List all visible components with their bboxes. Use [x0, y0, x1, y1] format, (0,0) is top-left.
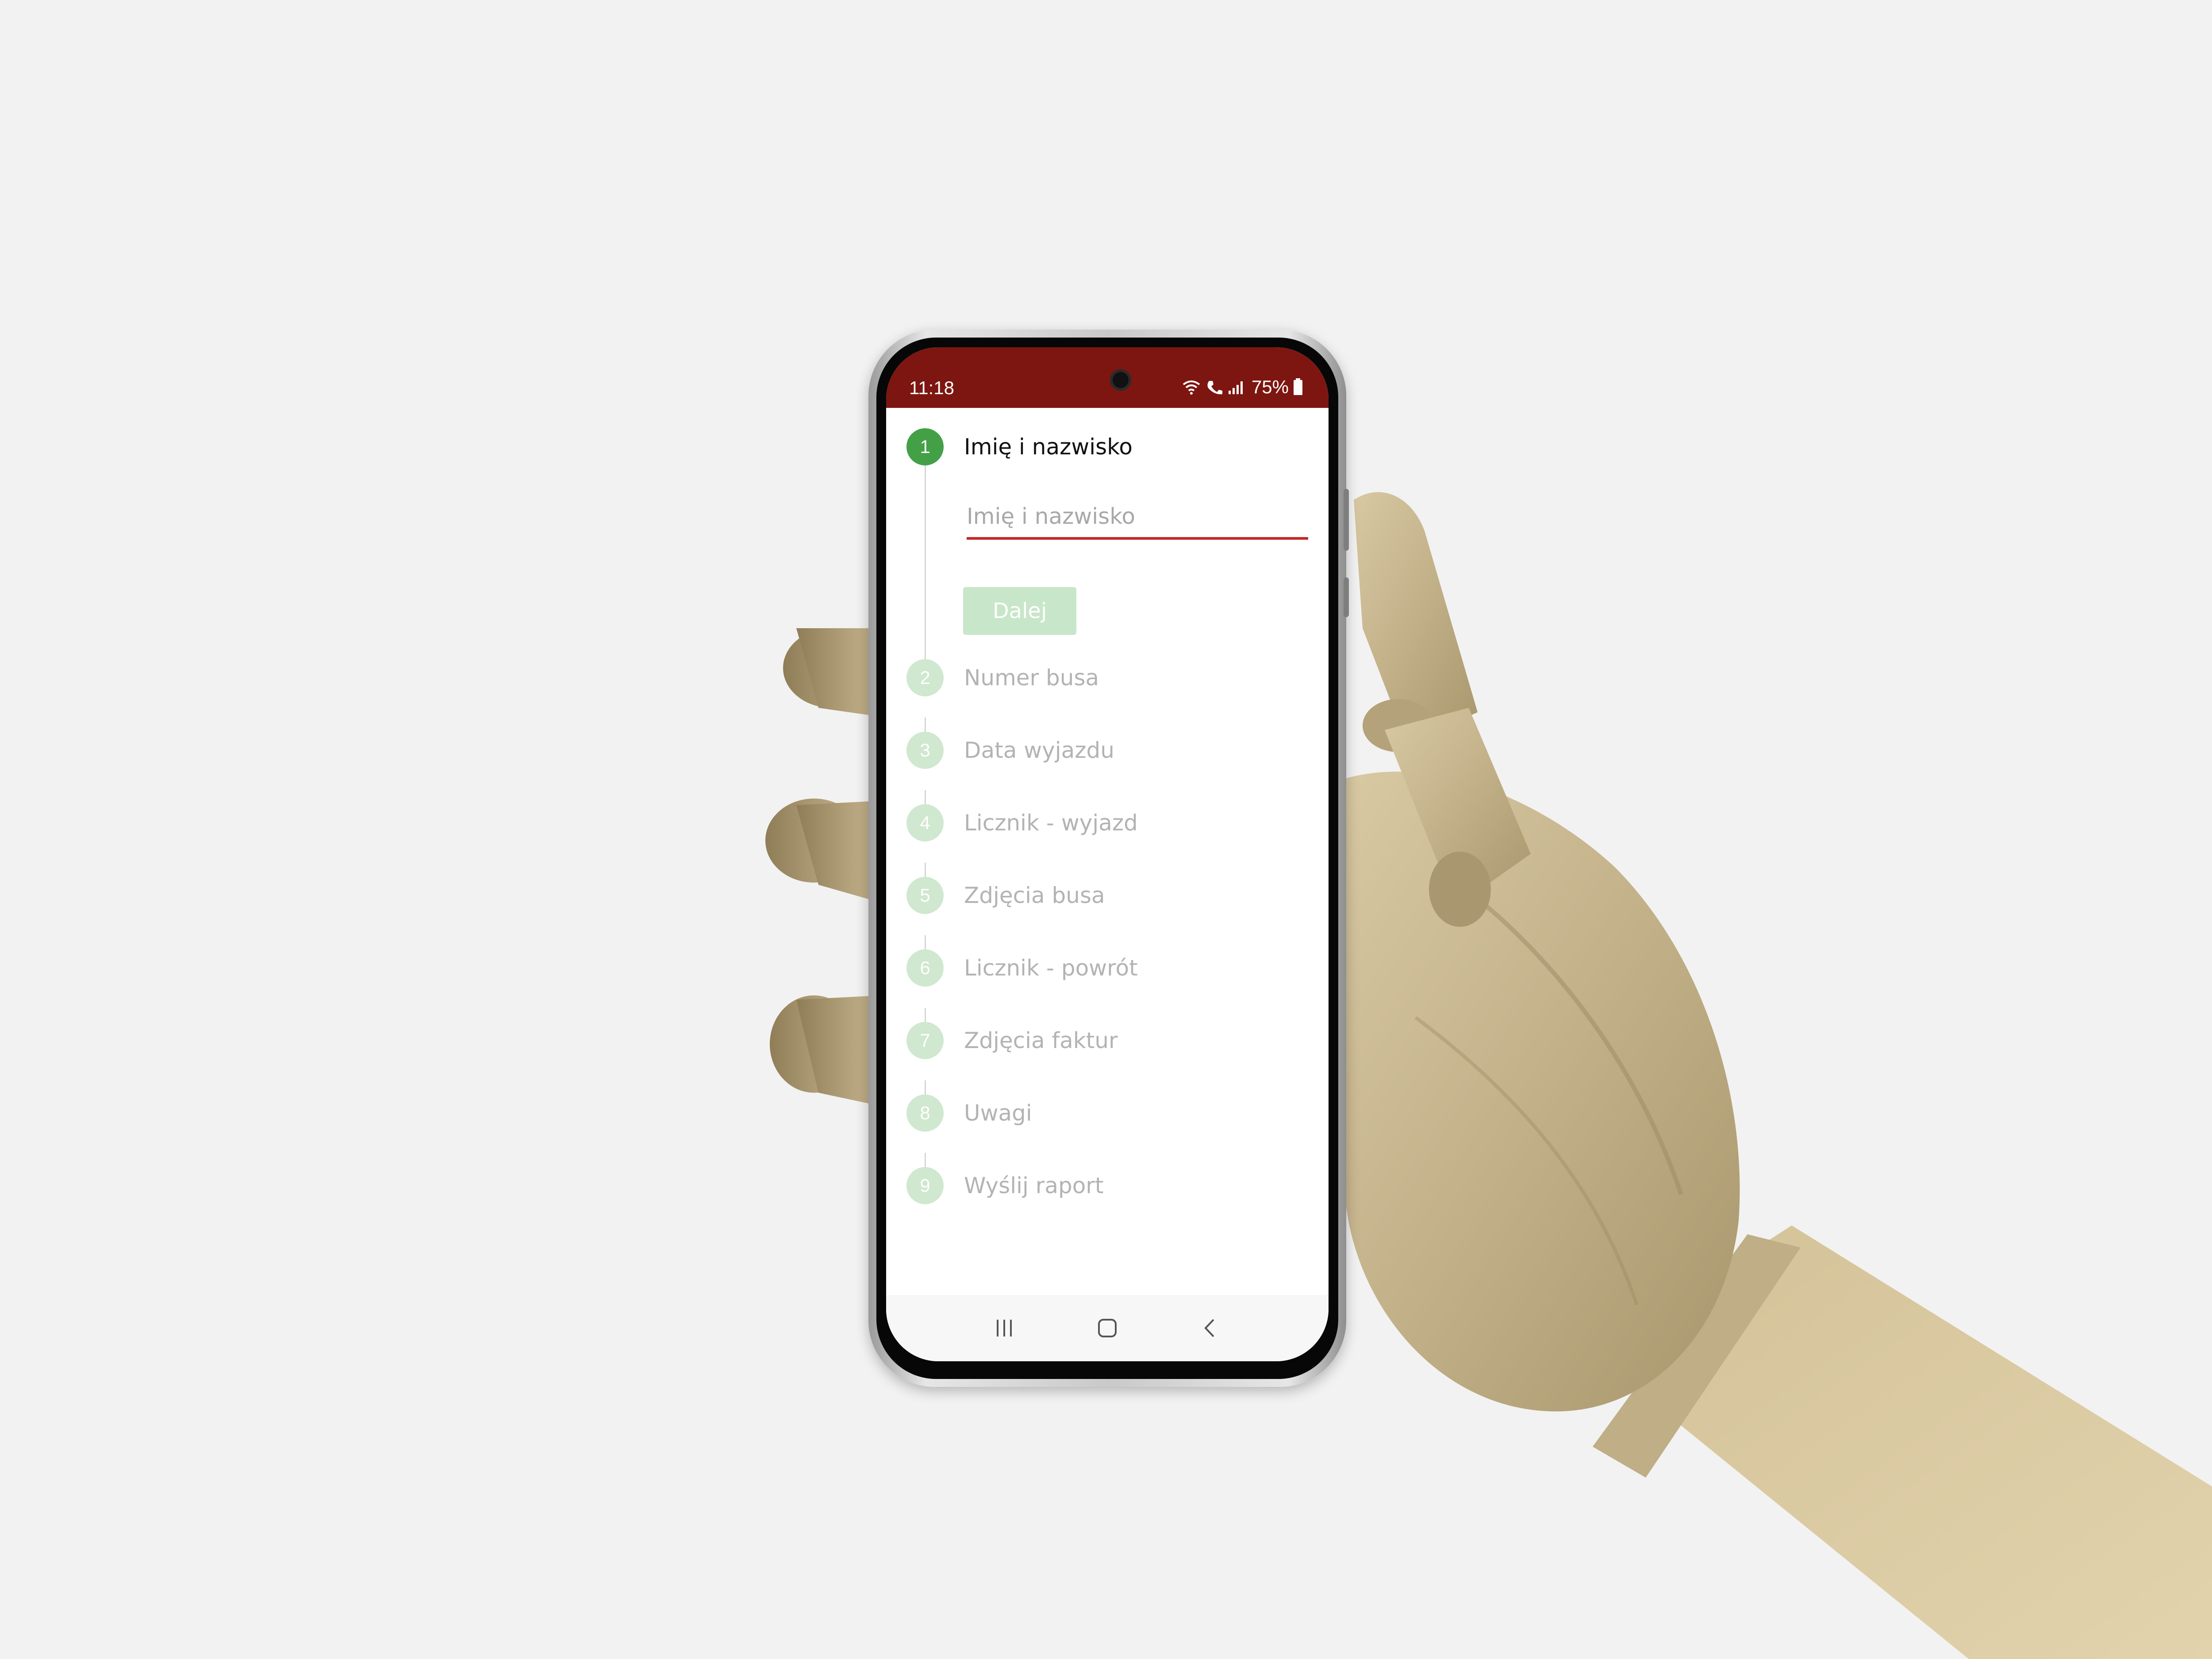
call-icon: [1206, 379, 1223, 395]
step-number: 7: [906, 1022, 944, 1059]
step-label: Licznik - wyjazd: [964, 810, 1138, 836]
volume-button: [1344, 489, 1349, 551]
status-icons: 75%: [1182, 376, 1303, 398]
step-label: Wyślij raport: [964, 1173, 1104, 1198]
mockup-scene: 11:18 75% 1 Imię i nazwisko Imię i nazwi…: [0, 0, 2212, 1659]
step-number: 1: [906, 428, 944, 465]
step-number: 9: [906, 1167, 944, 1204]
step-label: Zdjęcia faktur: [964, 1028, 1118, 1053]
step-number: 4: [906, 804, 944, 841]
step-4[interactable]: 4 Licznik - wyjazd: [906, 804, 1138, 841]
power-button: [1344, 577, 1349, 617]
next-button[interactable]: Dalej: [963, 587, 1076, 635]
step-number: 3: [906, 732, 944, 769]
step-1[interactable]: 1 Imię i nazwisko: [906, 428, 1133, 465]
home-icon[interactable]: [1081, 1302, 1134, 1355]
step-9[interactable]: 9 Wyślij raport: [906, 1167, 1103, 1204]
step-label: Data wyjazdu: [964, 737, 1114, 763]
step-number: 5: [906, 877, 944, 914]
step-number: 2: [906, 659, 944, 696]
step-number: 6: [906, 949, 944, 987]
step-2[interactable]: 2 Numer busa: [906, 659, 1099, 696]
step-label: Licznik - powrót: [964, 955, 1138, 981]
step-number: 8: [906, 1094, 944, 1132]
step-7[interactable]: 7 Zdjęcia faktur: [906, 1022, 1118, 1059]
step-5[interactable]: 5 Zdjęcia busa: [906, 877, 1105, 914]
battery-percentage: 75%: [1251, 376, 1289, 397]
recent-apps-icon[interactable]: [978, 1302, 1031, 1355]
step-label: Numer busa: [964, 665, 1099, 691]
status-bar: 11:18 75%: [886, 347, 1329, 408]
step-label: Imię i nazwisko: [964, 434, 1133, 460]
back-icon[interactable]: [1184, 1302, 1237, 1355]
step-8[interactable]: 8 Uwagi: [906, 1094, 1032, 1132]
front-camera: [1110, 369, 1131, 391]
navigation-bar: [886, 1295, 1329, 1361]
wifi-icon: [1182, 379, 1201, 395]
signal-icon: [1228, 379, 1245, 395]
step-3[interactable]: 3 Data wyjazdu: [906, 732, 1114, 769]
phone-screen: 11:18 75% 1 Imię i nazwisko Imię i nazwi…: [886, 347, 1329, 1361]
battery-icon: [1293, 378, 1303, 396]
step-label: Uwagi: [964, 1100, 1032, 1126]
smartphone-frame: 11:18 75% 1 Imię i nazwisko Imię i nazwi…: [868, 330, 1349, 1387]
report-stepper: 1 Imię i nazwisko Dalej 2 Numer busa 3 D…: [886, 408, 1329, 1295]
phone-bezel: 11:18 75% 1 Imię i nazwisko Imię i nazwi…: [876, 338, 1338, 1379]
step-label: Zdjęcia busa: [964, 883, 1105, 908]
status-time: 11:18: [909, 377, 954, 398]
full-name-input[interactable]: [967, 500, 1308, 540]
step-connector: [925, 465, 926, 682]
step-6[interactable]: 6 Licznik - powrót: [906, 949, 1138, 987]
